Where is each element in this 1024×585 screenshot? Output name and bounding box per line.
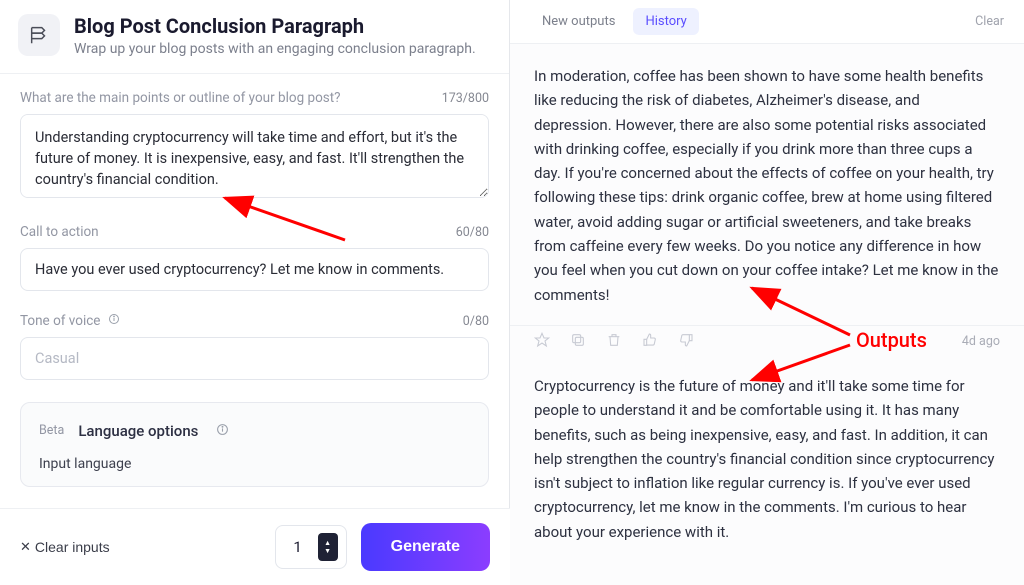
label-main-points: What are the main points or outline of y… xyxy=(20,90,341,106)
tab-new-outputs[interactable]: New outputs xyxy=(530,8,627,35)
cta-input[interactable] xyxy=(20,248,489,291)
output-timestamp: 4d ago xyxy=(962,334,1000,349)
output-text: Cryptocurrency is the future of money an… xyxy=(534,374,1000,544)
clear-inputs-label: Clear inputs xyxy=(35,539,110,555)
chevron-up-icon[interactable]: ▲ xyxy=(324,540,331,547)
page-header: Blog Post Conclusion Paragraph Wrap up y… xyxy=(0,0,509,74)
page-subtitle: Wrap up your blog posts with an engaging… xyxy=(74,41,476,57)
info-icon[interactable] xyxy=(108,313,120,329)
field-main-points: What are the main points or outline of y… xyxy=(20,90,489,202)
output-item: In moderation, coffee has been shown to … xyxy=(510,44,1024,326)
info-icon[interactable] xyxy=(216,421,229,440)
input-language-label: Input language xyxy=(39,456,470,472)
main-points-input[interactable] xyxy=(20,114,489,198)
outputs-list: In moderation, coffee has been shown to … xyxy=(510,44,1024,585)
trash-icon[interactable] xyxy=(606,332,622,352)
output-item: Cryptocurrency is the future of money an… xyxy=(510,354,1024,562)
language-options-box: Beta Language options Input language xyxy=(20,402,489,487)
label-cta: Call to action xyxy=(20,224,99,240)
language-options-title: Language options xyxy=(78,422,198,440)
counter-main-points: 173/800 xyxy=(442,91,489,106)
flag-icon xyxy=(18,14,60,56)
counter-cta: 60/80 xyxy=(456,225,489,240)
close-icon: ✕ xyxy=(20,539,31,555)
output-text: In moderation, coffee has been shown to … xyxy=(534,64,1000,307)
action-bar: ✕ Clear inputs 1 ▲ ▼ Generate xyxy=(0,508,510,585)
counter-tone: 0/80 xyxy=(463,314,489,329)
thumbs-up-icon[interactable] xyxy=(642,332,658,352)
star-icon[interactable] xyxy=(534,332,550,352)
field-cta: Call to action 60/80 xyxy=(20,224,489,291)
stepper-buttons[interactable]: ▲ ▼ xyxy=(318,533,338,561)
generate-button[interactable]: Generate xyxy=(361,523,490,571)
left-panel: Blog Post Conclusion Paragraph Wrap up y… xyxy=(0,0,510,585)
output-actions-row: 4d ago xyxy=(510,326,1024,354)
clear-outputs-button[interactable]: Clear xyxy=(975,14,1004,29)
thumbs-down-icon[interactable] xyxy=(678,332,694,352)
right-panel: New outputs History Clear In moderation,… xyxy=(510,0,1024,585)
output-tabs-row: New outputs History Clear xyxy=(510,0,1024,44)
copy-icon[interactable] xyxy=(570,332,586,352)
tab-history[interactable]: History xyxy=(633,8,698,35)
quantity-value: 1 xyxy=(284,538,312,556)
quantity-stepper[interactable]: 1 ▲ ▼ xyxy=(275,525,347,569)
clear-inputs-button[interactable]: ✕ Clear inputs xyxy=(20,539,110,555)
chevron-down-icon[interactable]: ▼ xyxy=(324,548,331,555)
beta-badge: Beta xyxy=(39,423,64,438)
label-tone: Tone of voice xyxy=(20,313,120,329)
field-tone: Tone of voice 0/80 xyxy=(20,313,489,380)
tone-input[interactable] xyxy=(20,337,489,380)
label-tone-text: Tone of voice xyxy=(20,313,100,329)
page-title: Blog Post Conclusion Paragraph xyxy=(74,14,476,39)
